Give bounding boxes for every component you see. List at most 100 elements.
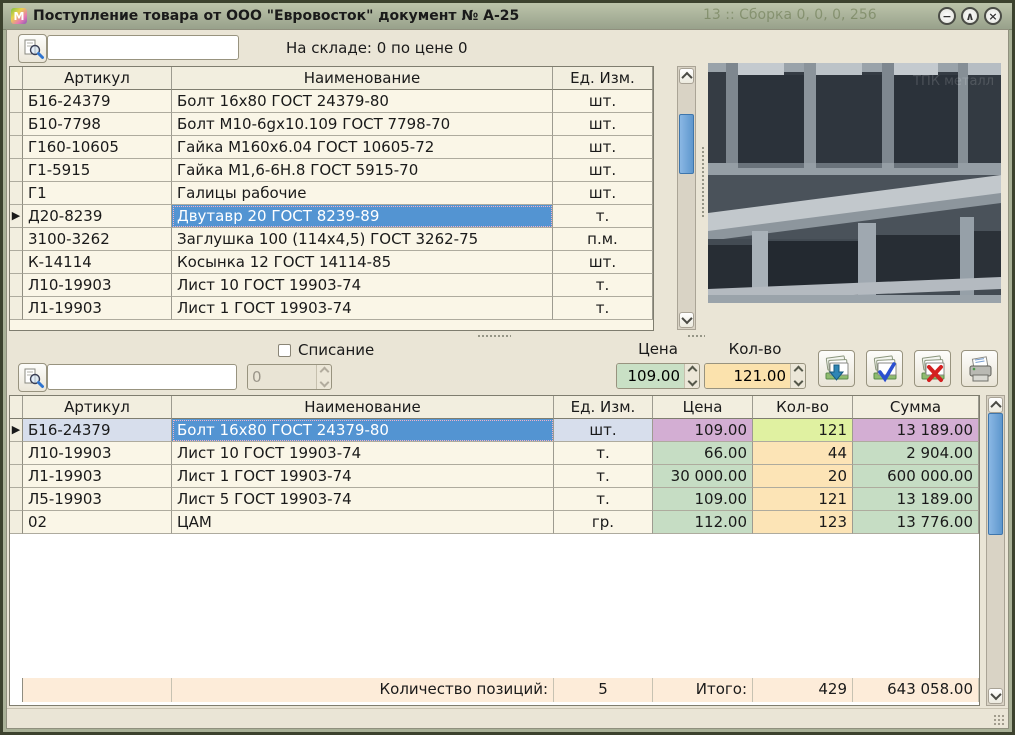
cell-name[interactable]: Заглушка 100 (114х4,5) ГОСТ 3262-75 — [172, 228, 553, 251]
catalog-row[interactable]: Л10-19903 Лист 10 ГОСТ 19903-74 т. — [10, 274, 653, 297]
cell-article[interactable]: Г1-5915 — [23, 159, 172, 182]
cell-price[interactable]: 109.00 — [653, 488, 753, 511]
cell-unit[interactable]: шт. — [553, 159, 653, 182]
cell-unit[interactable]: т. — [554, 442, 653, 465]
price-spin-field[interactable] — [616, 363, 700, 389]
cell-sum[interactable]: 13 189.00 — [853, 488, 979, 511]
catalog-row[interactable]: 3100-3262 Заглушка 100 (114х4,5) ГОСТ 32… — [10, 228, 653, 251]
catalog-row[interactable]: Г1 Галицы рабочие шт. — [10, 182, 653, 205]
cell-name[interactable]: Лист 5 ГОСТ 19903-74 — [172, 488, 554, 511]
cell-article[interactable]: Б16-24379 — [23, 90, 172, 113]
cell-name[interactable]: ЦАМ — [172, 511, 554, 534]
cell-qty[interactable]: 123 — [753, 511, 853, 534]
cell-name[interactable]: Лист 1 ГОСТ 19903-74 — [172, 297, 553, 320]
cell-unit[interactable]: гр. — [554, 511, 653, 534]
cell-sum[interactable]: 13 776.00 — [853, 511, 979, 534]
cell-price[interactable]: 109.00 — [653, 419, 753, 442]
resize-grip[interactable] — [993, 714, 1005, 726]
cell-unit[interactable]: шт. — [553, 113, 653, 136]
cell-price[interactable]: 66.00 — [653, 442, 753, 465]
scrollbar-thumb[interactable] — [988, 413, 1003, 535]
cell-qty[interactable]: 20 — [753, 465, 853, 488]
cell-unit[interactable]: т. — [553, 205, 653, 228]
cell-article[interactable]: Л5-19903 — [23, 488, 172, 511]
cell-name[interactable]: Лист 10 ГОСТ 19903-74 — [172, 442, 554, 465]
cell-article[interactable]: Б10-7798 — [23, 113, 172, 136]
cell-article[interactable]: Д20-8239 — [23, 205, 172, 228]
close-button[interactable]: × — [984, 7, 1002, 25]
cell-price[interactable]: 30 000.00 — [653, 465, 753, 488]
vertical-splitter-handle[interactable] — [701, 146, 705, 218]
print-button[interactable] — [961, 350, 998, 387]
maximize-button[interactable]: ∧ — [961, 7, 979, 25]
cell-qty[interactable]: 121 — [753, 419, 853, 442]
cell-qty[interactable]: 121 — [753, 488, 853, 511]
minimize-button[interactable]: − — [938, 7, 956, 25]
cell-unit[interactable]: п.м. — [553, 228, 653, 251]
catalog-row-selected[interactable]: ▶ Д20-8239 Двутавр 20 ГОСТ 8239-89 т. — [10, 205, 653, 228]
cell-article[interactable]: Г1 — [23, 182, 172, 205]
cell-name[interactable]: Гайка М1,6-6Н.8 ГОСТ 5915-70 — [172, 159, 553, 182]
cell-article[interactable]: 3100-3262 — [23, 228, 172, 251]
catalog-row[interactable]: Б10-7798 Болт М10-6gх10.109 ГОСТ 7798-70… — [10, 113, 653, 136]
app-icon[interactable]: M — [11, 8, 27, 24]
cell-name[interactable]: Галицы рабочие — [172, 182, 553, 205]
cell-article[interactable]: Б16-24379 — [23, 419, 172, 442]
scrollbar-thumb[interactable] — [679, 114, 694, 174]
cell-unit[interactable]: шт. — [554, 419, 653, 442]
cell-name[interactable]: Лист 1 ГОСТ 19903-74 — [172, 465, 554, 488]
scroll-down-button[interactable] — [988, 688, 1003, 704]
scroll-down-button[interactable] — [679, 312, 694, 328]
cell-article[interactable]: Л10-19903 — [23, 442, 172, 465]
price-input[interactable] — [617, 364, 684, 388]
items-row[interactable]: Л10-19903 Лист 10 ГОСТ 19903-74 т. 66.00… — [10, 442, 979, 465]
cell-name[interactable]: Косынка 12 ГОСТ 14114-85 — [172, 251, 553, 274]
catalog-row[interactable]: Г1-5915 Гайка М1,6-6Н.8 ГОСТ 5915-70 шт. — [10, 159, 653, 182]
items-search-button[interactable] — [18, 363, 47, 392]
catalog-search-button[interactable] — [18, 34, 47, 63]
items-row-selected[interactable]: ▶ Б16-24379 Болт 16х80 ГОСТ 24379-80 шт.… — [10, 419, 979, 442]
cell-name-selected[interactable]: Болт 16х80 ГОСТ 24379-80 — [172, 419, 554, 442]
scroll-up-button[interactable] — [988, 397, 1003, 413]
cell-name-selected[interactable]: Двутавр 20 ГОСТ 8239-89 — [172, 205, 553, 228]
cell-article[interactable]: Л1-19903 — [23, 297, 172, 320]
cell-unit[interactable]: т. — [553, 274, 653, 297]
cell-name[interactable]: Болт М10-6gх10.109 ГОСТ 7798-70 — [172, 113, 553, 136]
cell-qty[interactable]: 44 — [753, 442, 853, 465]
catalog-row[interactable]: Л1-19903 Лист 1 ГОСТ 19903-74 т. — [10, 297, 653, 320]
quantity-spin-field[interactable] — [704, 363, 806, 389]
cell-unit[interactable]: т. — [554, 465, 653, 488]
confirm-item-button[interactable] — [866, 350, 903, 387]
cell-unit[interactable]: т. — [554, 488, 653, 511]
cell-article[interactable]: Л10-19903 — [23, 274, 172, 297]
cell-unit[interactable]: шт. — [553, 136, 653, 159]
delete-item-button[interactable] — [914, 350, 951, 387]
items-row[interactable]: Л5-19903 Лист 5 ГОСТ 19903-74 т. 109.00 … — [10, 488, 979, 511]
add-item-button[interactable] — [818, 350, 855, 387]
catalog-row[interactable]: Б16-24379 Болт 16х80 ГОСТ 24379-80 шт. — [10, 90, 653, 113]
cell-price[interactable]: 112.00 — [653, 511, 753, 534]
cell-sum[interactable]: 13 189.00 — [853, 419, 979, 442]
cell-name[interactable]: Лист 10 ГОСТ 19903-74 — [172, 274, 553, 297]
spinner-buttons[interactable] — [684, 364, 699, 388]
catalog-row[interactable]: К-14114 Косынка 12 ГОСТ 14114-85 шт. — [10, 251, 653, 274]
cell-article[interactable]: Г160-10605 — [23, 136, 172, 159]
catalog-search-input[interactable] — [47, 35, 239, 60]
catalog-row[interactable]: Г160-10605 Гайка М160х6.04 ГОСТ 10605-72… — [10, 136, 653, 159]
cell-article[interactable]: К-14114 — [23, 251, 172, 274]
items-row[interactable]: Л1-19903 Лист 1 ГОСТ 19903-74 т. 30 000.… — [10, 465, 979, 488]
horizontal-splitter-handle[interactable] — [687, 333, 705, 337]
scroll-up-button[interactable] — [679, 68, 694, 84]
title-bar[interactable]: M 13 :: Сборка 0, 0, 0, 256 Поступление … — [3, 3, 1012, 30]
cell-name[interactable]: Гайка М160х6.04 ГОСТ 10605-72 — [172, 136, 553, 159]
items-scrollbar[interactable] — [986, 395, 1005, 706]
cell-sum[interactable]: 600 000.00 — [853, 465, 979, 488]
cell-unit[interactable]: т. — [553, 297, 653, 320]
horizontal-splitter-handle[interactable] — [477, 333, 511, 337]
cell-article[interactable]: Л1-19903 — [23, 465, 172, 488]
cell-name[interactable]: Болт 16х80 ГОСТ 24379-80 — [172, 90, 553, 113]
cell-unit[interactable]: шт. — [553, 182, 653, 205]
quantity-input[interactable] — [705, 364, 790, 388]
items-row[interactable]: 02 ЦАМ гр. 112.00 123 13 776.00 — [10, 511, 979, 534]
writeoff-checkbox[interactable] — [278, 344, 291, 357]
